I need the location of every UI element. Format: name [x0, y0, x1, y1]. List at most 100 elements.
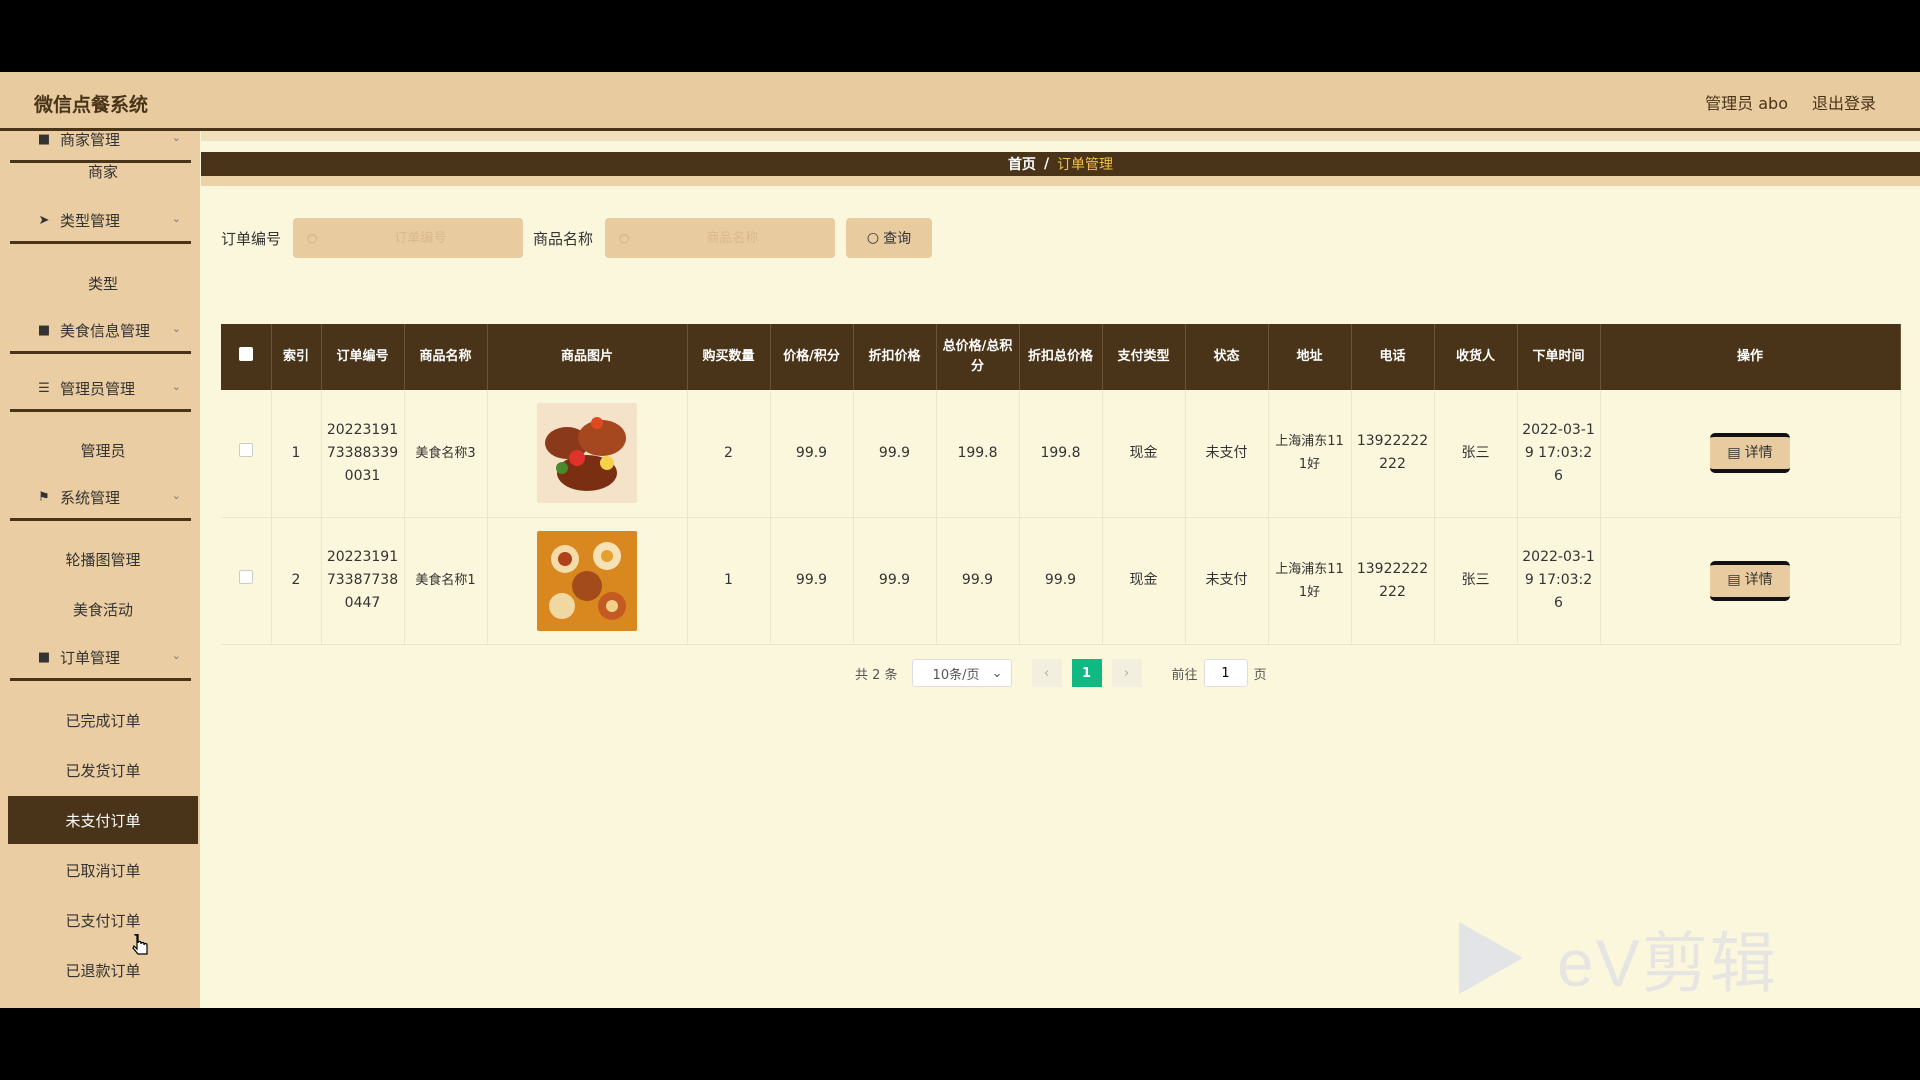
- query-button[interactable]: ○ 查询: [846, 218, 932, 258]
- column-header: 购买数量: [687, 324, 771, 390]
- sidebar-item-type[interactable]: 类型: [8, 259, 198, 307]
- top-header: 微信点餐系统 管理员 abo 退出登录: [0, 72, 1920, 131]
- sidebar-group-food[interactable]: ■ 美食信息管理 ⌄: [10, 310, 191, 354]
- chevron-down-icon: ⌄: [171, 212, 181, 225]
- total-cell: 199.8: [936, 390, 1020, 518]
- action-cell: ▤ 详情: [1600, 517, 1901, 645]
- page-number-current[interactable]: 1: [1071, 659, 1102, 687]
- breadcrumb-home[interactable]: 首页: [1008, 154, 1036, 174]
- breadcrumb-current: 订单管理: [1057, 157, 1114, 173]
- goods-image-cell: [487, 517, 688, 645]
- document-icon: ▤: [1727, 444, 1741, 461]
- grid-icon: ■: [37, 132, 51, 147]
- column-header: 索引: [271, 324, 322, 390]
- sidebar-item-admin[interactable]: 管理员: [8, 426, 198, 474]
- sliders-icon: ☰: [38, 381, 50, 396]
- total-cell: 99.9: [936, 517, 1020, 645]
- select-all-header[interactable]: [221, 324, 272, 390]
- app-title: 微信点餐系统: [34, 94, 149, 116]
- page-suffix: 页: [1253, 667, 1267, 683]
- send-icon: ➤: [38, 213, 50, 228]
- order-time-cell: 2022-03-19 17:03:26: [1517, 517, 1601, 645]
- chevron-down-icon: ⌄: [171, 380, 181, 393]
- chevron-down-icon: ⌄: [991, 665, 1003, 681]
- order-table: 索引 订单编号 商品名称 商品图片 购买数量 价格/积分 折扣价格 总价格/总积…: [221, 324, 1901, 645]
- goto-label: 前往: [1171, 667, 1198, 683]
- video-watermark: eV剪辑: [1455, 910, 1778, 1006]
- sidebar-item-refunded-orders[interactable]: 已退款订单: [8, 946, 198, 994]
- food-image-skewers: [537, 403, 637, 504]
- detail-button-label: 详情: [1744, 444, 1773, 461]
- action-cell: ▤ 详情: [1600, 390, 1901, 518]
- column-header: 总价格/总积分: [936, 324, 1020, 390]
- goods-name-input[interactable]: [629, 230, 835, 246]
- food-image-platter: [537, 530, 637, 631]
- pay-type-cell: 现金: [1102, 517, 1186, 645]
- sidebar-item-carousel[interactable]: 轮播图管理: [8, 535, 198, 583]
- order-no-label: 订单编号: [221, 230, 282, 248]
- breadcrumb: 首页 / 订单管理: [201, 152, 1920, 186]
- sidebar-item-unpaid-orders[interactable]: 未支付订单: [8, 796, 198, 844]
- sidebar-group-label: 系统管理: [60, 489, 121, 507]
- sidebar-item-food-activity[interactable]: 美食活动: [8, 585, 198, 633]
- order-no-search-box[interactable]: ○: [293, 218, 523, 258]
- sidebar-group-admin[interactable]: ☰ 管理员管理 ⌄: [10, 368, 191, 412]
- play-logo-icon: [1459, 922, 1523, 994]
- logout-link[interactable]: 退出登录: [1812, 90, 1876, 114]
- sidebar-group-order[interactable]: ■ 订单管理 ⌄: [10, 637, 191, 681]
- row-checkbox[interactable]: [238, 442, 253, 457]
- page-size-select[interactable]: 10条/页 ⌄: [911, 659, 1012, 687]
- mouse-cursor-icon: [132, 934, 148, 955]
- sidebar-item-merchant[interactable]: 商家: [8, 147, 198, 195]
- column-header: 状态: [1185, 324, 1269, 390]
- prev-page-button[interactable]: ‹: [1031, 659, 1062, 687]
- goods-name-search-box[interactable]: ○: [605, 218, 835, 258]
- detail-button[interactable]: ▤ 详情: [1710, 433, 1790, 474]
- sidebar-group-system[interactable]: ⚑ 系统管理 ⌄: [10, 477, 191, 521]
- flag-icon: ⚑: [38, 490, 50, 505]
- order-time-cell: 2022-03-19 17:03:26: [1517, 390, 1601, 518]
- detail-button[interactable]: ▤ 详情: [1710, 560, 1790, 601]
- row-checkbox[interactable]: [238, 570, 253, 584]
- discount-cell: 99.9: [853, 390, 937, 518]
- order-no-input[interactable]: [317, 230, 523, 246]
- goods-name-cell: 美食名称1: [404, 517, 488, 645]
- goods-image-cell: [487, 390, 688, 518]
- address-cell: 上海浦东111好: [1268, 517, 1352, 645]
- discount-total-cell: 99.9: [1019, 517, 1103, 645]
- current-user[interactable]: 管理员 abo: [1705, 90, 1788, 114]
- row-select-cell[interactable]: [221, 390, 272, 518]
- page-size-value: 10条/页: [932, 667, 980, 683]
- goto-page-input[interactable]: [1203, 659, 1248, 687]
- sidebar-item-completed-orders[interactable]: 已完成订单: [8, 696, 198, 744]
- column-header: 操作: [1600, 324, 1901, 390]
- table-header-row: 索引 订单编号 商品名称 商品图片 购买数量 价格/积分 折扣价格 总价格/总积…: [221, 324, 1901, 390]
- column-header: 地址: [1268, 324, 1352, 390]
- chevron-down-icon: ⌄: [171, 489, 181, 502]
- chevron-left-icon: ‹: [1043, 665, 1050, 681]
- column-header: 商品名称: [404, 324, 488, 390]
- index-cell: 2: [271, 517, 322, 645]
- watermark-text: eV剪辑: [1557, 926, 1778, 1000]
- receiver-cell: 张三: [1434, 517, 1518, 645]
- document-icon: ▤: [1727, 572, 1741, 588]
- sidebar-item-shipped-orders[interactable]: 已发货订单: [8, 746, 198, 794]
- breadcrumb-separator: /: [1043, 156, 1050, 172]
- chevron-down-icon: ⌄: [171, 131, 181, 144]
- receiver-cell: 张三: [1434, 390, 1518, 518]
- qty-cell: 1: [687, 517, 771, 645]
- status-cell: 未支付: [1185, 390, 1269, 518]
- row-select-cell[interactable]: [221, 517, 272, 645]
- column-header: 下单时间: [1517, 324, 1601, 390]
- search-icon: ○: [619, 231, 630, 245]
- sidebar-group-label: 类型管理: [60, 212, 121, 230]
- table-row: 2 20223191733877380447 美食名称1 1 99.9 99.9…: [221, 517, 1901, 645]
- search-icon: ○: [866, 230, 880, 246]
- sidebar-item-paid-orders[interactable]: 已支付订单: [8, 896, 198, 944]
- column-header: 支付类型: [1102, 324, 1186, 390]
- select-all-checkbox[interactable]: [238, 346, 253, 361]
- column-header: 电话: [1351, 324, 1435, 390]
- sidebar-item-cancelled-orders[interactable]: 已取消订单: [8, 846, 198, 894]
- next-page-button[interactable]: ›: [1111, 659, 1142, 687]
- sidebar-group-type[interactable]: ➤ 类型管理 ⌄: [10, 200, 191, 244]
